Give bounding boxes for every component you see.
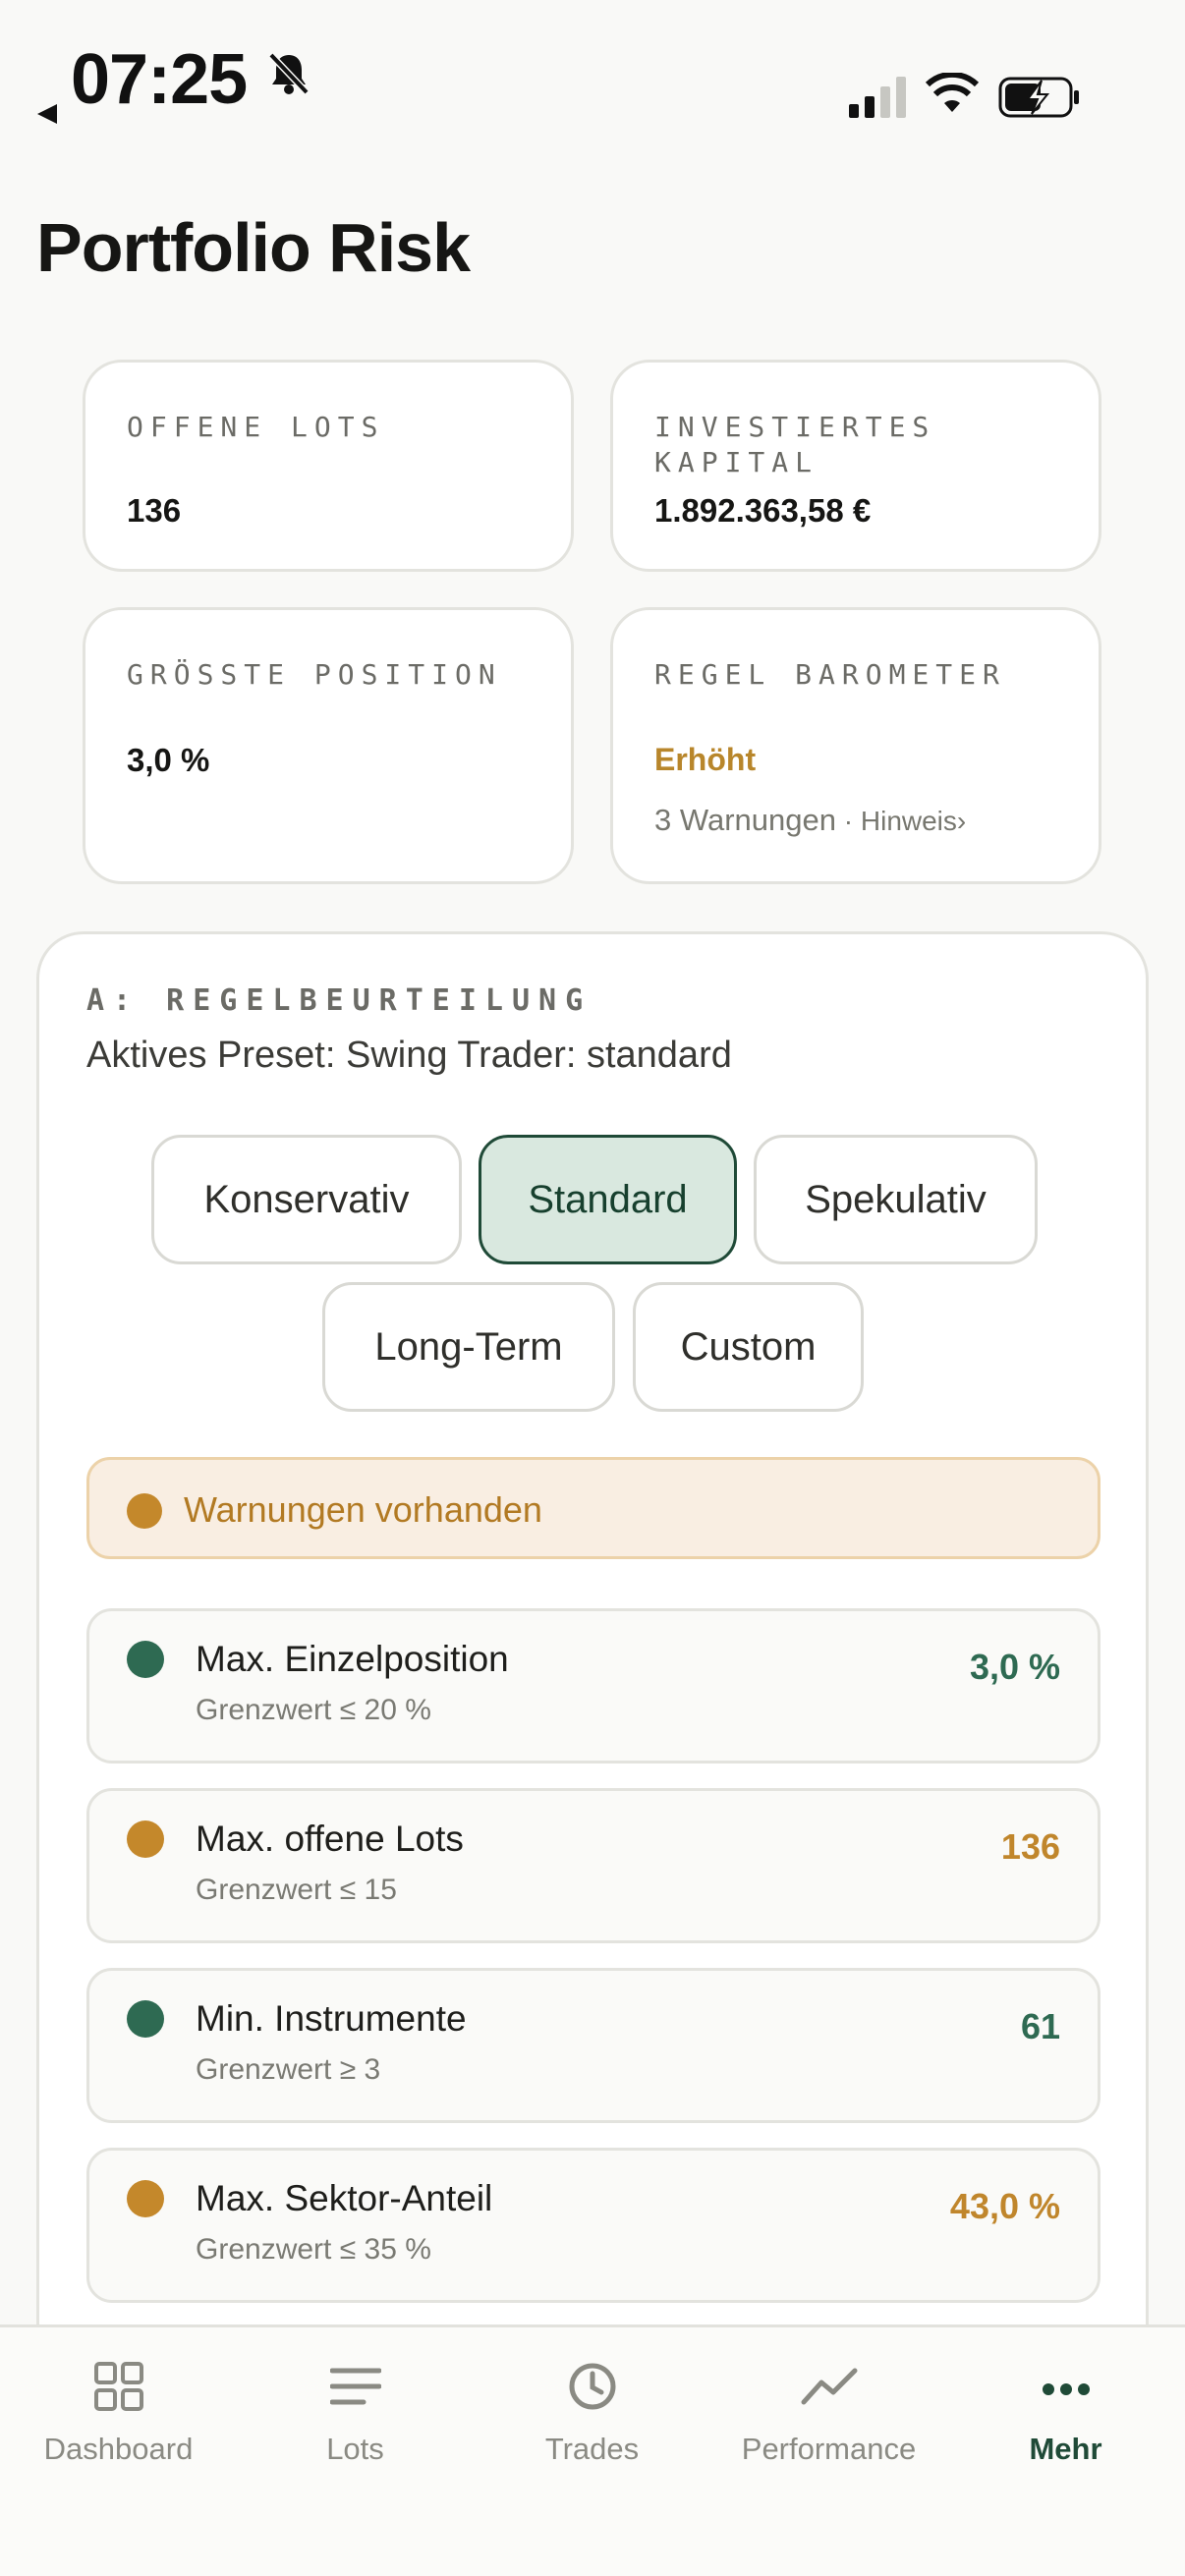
grid-icon: [93, 2362, 143, 2411]
rule-value: 61: [1020, 2006, 1060, 2046]
rule-item-max-sector-share[interactable]: Max. Sektor-Anteil Grenzwert ≤ 35 % 43,0…: [86, 2148, 1100, 2303]
trend-icon: [801, 2368, 857, 2405]
tab-label: Performance: [741, 2432, 917, 2466]
preset-standard[interactable]: Standard: [479, 1135, 737, 1264]
preset-custom[interactable]: Custom: [633, 1282, 864, 1412]
tab-label: Dashboard: [43, 2432, 194, 2466]
stat-card-rule-barometer[interactable]: REGEL BAROMETER Erhöht 3 Warnungen · Hin…: [610, 607, 1101, 884]
tab-label: Mehr: [1029, 2432, 1102, 2466]
cellular-signal-icon: [849, 77, 906, 118]
rule-name: Max. offene Lots: [196, 1819, 464, 1859]
list-icon: [329, 2368, 381, 2405]
preset-konservativ[interactable]: Konservativ: [151, 1135, 462, 1264]
clock-icon: [569, 2363, 615, 2410]
stat-value: 1.892.363,58 €: [654, 492, 872, 529]
stat-value: 3,0 %: [127, 742, 210, 778]
rule-item-max-single-position[interactable]: Max. Einzelposition Grenzwert ≤ 20 % 3,0…: [86, 1608, 1100, 1764]
barometer-summary: 3 Warnungen · Hinweis›: [654, 803, 966, 838]
bell-muted-icon: [268, 52, 310, 95]
stat-label-line: KAPITAL: [654, 446, 819, 478]
barometer-state: Erhöht: [654, 742, 757, 777]
status-warn-dot-icon: [127, 1820, 164, 1858]
wifi-icon: [926, 73, 979, 112]
tab-performance[interactable]: Performance: [710, 2327, 947, 2475]
rule-value: 136: [1000, 1826, 1060, 1867]
rule-name: Min. Instrumente: [196, 1998, 467, 2039]
rule-value: 43,0 %: [949, 2186, 1060, 2226]
status-ok-dot-icon: [127, 2000, 164, 2038]
tab-label: Lots: [326, 2432, 384, 2466]
rule-item-min-instruments[interactable]: Min. Instrumente Grenzwert ≥ 3 61: [86, 1968, 1100, 2123]
section-label: A: REGELBEURTEILUNG: [86, 983, 592, 1018]
preset-long-term[interactable]: Long-Term: [322, 1282, 615, 1412]
warning-dot-icon: [127, 1493, 162, 1529]
tab-more[interactable]: Mehr: [947, 2327, 1184, 2475]
stat-label: INVESTIERTES KAPITAL: [654, 410, 935, 480]
preset-spekulativ[interactable]: Spekulativ: [754, 1135, 1038, 1264]
hint-link[interactable]: Hinweis›: [861, 806, 966, 836]
stat-value: 136: [127, 492, 182, 529]
active-preset-text: Aktives Preset: Swing Trader: standard: [86, 1035, 732, 1076]
stat-label: GRÖSSTE POSITION: [127, 658, 502, 691]
rule-limit: Grenzwert ≥ 3: [196, 2053, 381, 2086]
rule-item-max-open-lots[interactable]: Max. offene Lots Grenzwert ≤ 15 136: [86, 1788, 1100, 1943]
page-title: Portfolio Risk: [36, 209, 471, 286]
stat-card-open-lots: OFFENE LOTS 136: [83, 360, 574, 572]
rule-limit: Grenzwert ≤ 35 %: [196, 2233, 431, 2266]
back-arrow-icon[interactable]: [37, 104, 57, 124]
rule-limit: Grenzwert ≤ 20 %: [196, 1694, 431, 1726]
stat-label: OFFENE LOTS: [127, 411, 385, 443]
warnings-banner-text: Warnungen vorhanden: [184, 1489, 542, 1530]
stat-label: REGEL BAROMETER: [654, 658, 1006, 691]
stat-card-invested-capital: INVESTIERTES KAPITAL 1.892.363,58 €: [610, 360, 1101, 572]
rule-name: Max. Einzelposition: [196, 1639, 509, 1679]
warning-count: 3 Warnungen: [654, 803, 836, 837]
status-bar: 07:25: [0, 0, 1185, 147]
tab-trades[interactable]: Trades: [474, 2327, 710, 2475]
status-warn-dot-icon: [127, 2180, 164, 2217]
tab-label: Trades: [544, 2432, 640, 2466]
tab-lots[interactable]: Lots: [237, 2327, 474, 2475]
status-time: 07:25: [71, 40, 248, 119]
rule-value: 3,0 %: [969, 1647, 1060, 1687]
rule-limit: Grenzwert ≤ 15: [196, 1874, 397, 1906]
stat-card-largest-position: GRÖSSTE POSITION 3,0 %: [83, 607, 574, 884]
status-ok-dot-icon: [127, 1641, 164, 1678]
warnings-banner: Warnungen vorhanden: [86, 1457, 1100, 1559]
bottom-tab-bar: Dashboard Lots Trades Performance Mehr: [0, 2324, 1185, 2576]
rule-name: Max. Sektor-Anteil: [196, 2178, 493, 2218]
battery-charging-icon: [998, 77, 1079, 118]
more-icon: [1042, 2383, 1090, 2395]
separator: ·: [835, 806, 861, 836]
tab-dashboard[interactable]: Dashboard: [0, 2327, 237, 2475]
stat-label-line: INVESTIERTES: [654, 411, 936, 443]
